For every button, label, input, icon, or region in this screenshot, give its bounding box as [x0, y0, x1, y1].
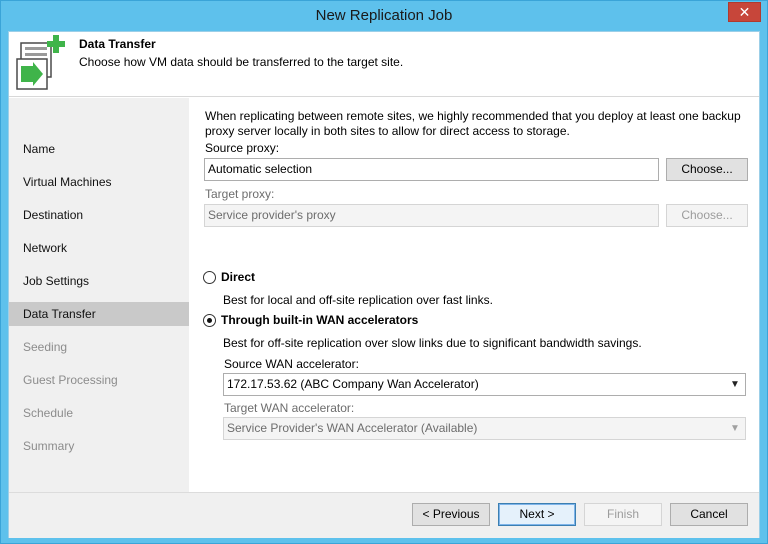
target-proxy-field: Service provider's proxy [204, 204, 659, 227]
step-name[interactable]: Name [9, 137, 189, 161]
data-transfer-panel: When replicating between remote sites, w… [189, 98, 759, 492]
wizard-window: New Replication Job ✕ Data Transfer Choo… [0, 0, 768, 544]
next-button[interactable]: Next > [498, 503, 576, 526]
wan-accelerators-radio[interactable] [203, 314, 216, 327]
source-proxy-field[interactable]: Automatic selection [204, 158, 659, 181]
title-bar[interactable]: New Replication Job ✕ [1, 1, 767, 31]
wan-description: Best for off-site replication over slow … [223, 336, 642, 350]
info-text: When replicating between remote sites, w… [205, 109, 741, 138]
previous-button[interactable]: < Previous [412, 503, 490, 526]
step-network[interactable]: Network [9, 236, 189, 260]
source-wan-select[interactable]: 172.17.53.62 (ABC Company Wan Accelerato… [223, 373, 746, 396]
target-wan-select: Service Provider's WAN Accelerator (Avai… [223, 417, 746, 440]
wizard-client-area: Data Transfer Choose how VM data should … [8, 31, 760, 538]
window-title: New Replication Job [315, 7, 453, 24]
step-virtual-machines[interactable]: Virtual Machines [9, 170, 189, 194]
cancel-button[interactable]: Cancel [670, 503, 748, 526]
close-icon: ✕ [738, 4, 751, 20]
step-destination[interactable]: Destination [9, 203, 189, 227]
source-proxy-choose-button[interactable]: Choose... [666, 158, 748, 181]
step-data-transfer[interactable]: Data Transfer [9, 302, 189, 326]
step-seeding: Seeding [23, 340, 68, 354]
target-proxy-label: Target proxy: [205, 187, 275, 201]
direct-description: Best for local and off-site replication … [223, 293, 493, 307]
step-job-settings[interactable]: Job Settings [9, 269, 189, 293]
step-schedule: Schedule [23, 406, 74, 420]
target-proxy-choose-button: Choose... [666, 204, 748, 227]
step-summary: Summary [23, 439, 75, 453]
target-wan-label: Target WAN accelerator: [224, 401, 355, 415]
page-title: Data Transfer [79, 37, 156, 51]
source-proxy-label: Source proxy: [205, 141, 280, 155]
finish-button: Finish [584, 503, 662, 526]
chevron-down-icon: ▼ [730, 423, 740, 434]
close-button[interactable]: ✕ [728, 2, 761, 22]
wizard-steps-sidebar: Name Virtual Machines Destination Networ… [9, 98, 189, 492]
page-subtitle: Choose how VM data should be transferred… [79, 55, 404, 69]
chevron-down-icon: ▼ [730, 379, 740, 390]
direct-radio[interactable] [203, 271, 216, 284]
wan-accelerators-radio-label[interactable]: Through built-in WAN accelerators [221, 313, 418, 327]
source-wan-value: 172.17.53.62 (ABC Company Wan Accelerato… [227, 377, 479, 391]
step-guest-processing: Guest Processing [23, 373, 118, 387]
replication-wizard-icon [16, 35, 65, 90]
target-wan-value: Service Provider's WAN Accelerator (Avai… [227, 421, 478, 435]
direct-radio-label[interactable]: Direct [221, 270, 255, 284]
wizard-footer: < Previous Next > Finish Cancel [9, 492, 759, 538]
radio-selected-dot [207, 318, 212, 323]
wizard-header: Data Transfer Choose how VM data should … [9, 32, 759, 97]
source-wan-label: Source WAN accelerator: [224, 357, 359, 371]
